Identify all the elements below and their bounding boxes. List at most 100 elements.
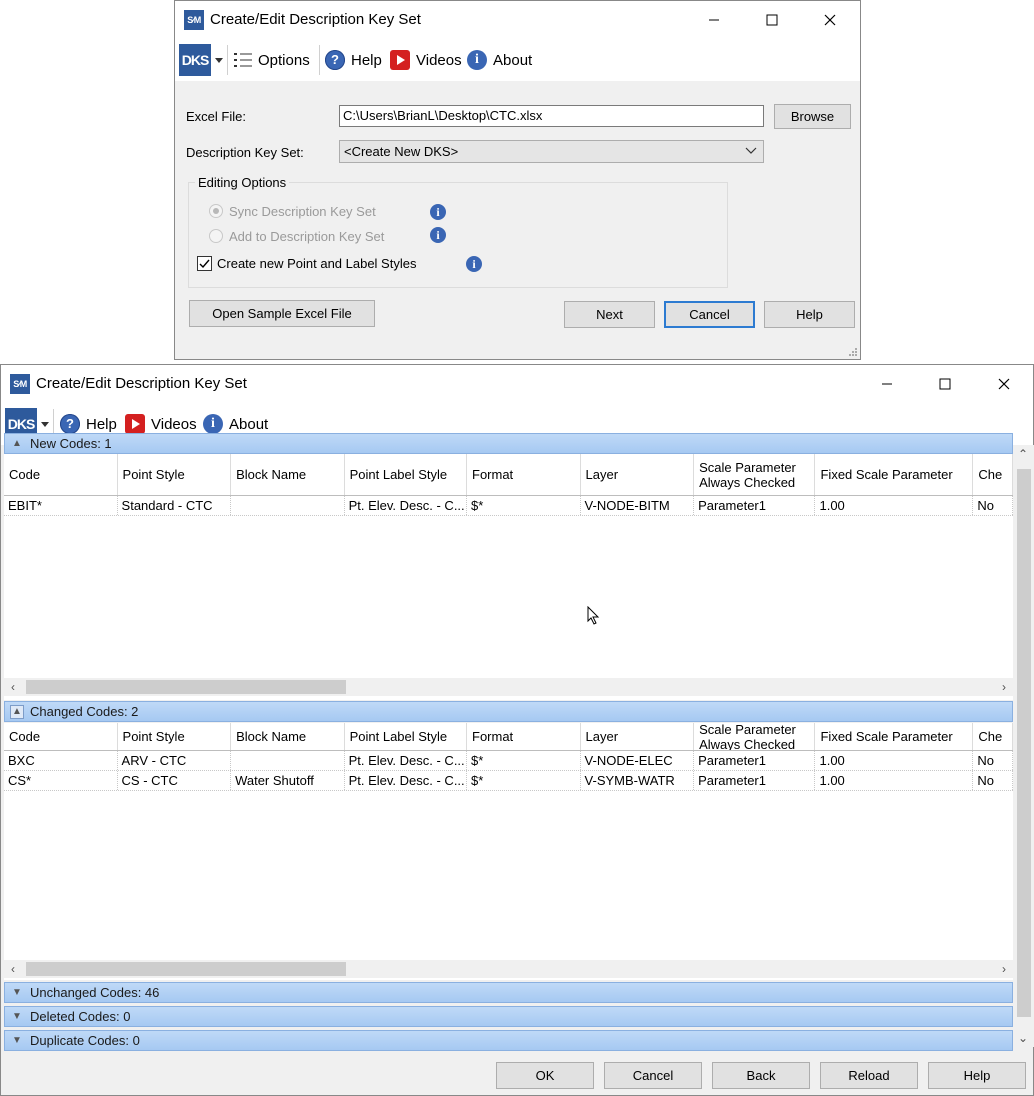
new-codes-section-header[interactable]: ▲ New Codes: 1 <box>4 433 1013 454</box>
help-button-bottom[interactable]: Help <box>928 1062 1026 1089</box>
cancel-button[interactable]: Cancel <box>664 301 755 328</box>
col-code[interactable]: Code <box>4 454 118 495</box>
title-bar[interactable]: S∕M Create/Edit Description Key Set <box>175 1 860 39</box>
help-label: Help <box>351 51 382 69</box>
minimize-button[interactable] <box>691 5 737 35</box>
video-play-icon <box>390 50 410 70</box>
next-button[interactable]: Next <box>564 301 655 328</box>
scroll-right-icon[interactable]: › <box>995 960 1013 978</box>
col-point-style[interactable]: Point Style <box>118 454 232 495</box>
cell-format: $* <box>467 751 581 770</box>
open-sample-button[interactable]: Open Sample Excel File <box>189 300 375 327</box>
changed-codes-header-row: Code Point Style Block Name Point Label … <box>4 723 1013 751</box>
close-icon <box>824 14 836 26</box>
scroll-thumb[interactable] <box>1017 469 1031 1017</box>
dks-select[interactable]: <Create New DKS> <box>339 140 764 163</box>
sync-info-icon[interactable]: i <box>430 204 446 220</box>
horizontal-scrollbar[interactable]: ‹ › <box>4 960 1013 978</box>
create-styles-label: Create new Point and Label Styles <box>217 256 417 271</box>
scroll-thumb[interactable] <box>26 680 346 694</box>
maximize-icon <box>766 14 778 26</box>
create-styles-info-icon[interactable]: i <box>466 256 482 272</box>
col-format[interactable]: Format <box>467 723 581 750</box>
col-fixed-scale[interactable]: Fixed Scale Parameter <box>815 723 974 750</box>
cell-layer: V-NODE-ELEC <box>581 751 695 770</box>
videos-button[interactable]: Videos <box>390 46 462 74</box>
scroll-up-icon[interactable]: ⌃ <box>1018 447 1028 461</box>
duplicate-codes-label: Duplicate Codes: 0 <box>30 1033 140 1048</box>
dks-logo[interactable]: DKS <box>179 44 211 76</box>
title-bar[interactable]: S∕M Create/Edit Description Key Set <box>1 365 1033 403</box>
scroll-left-icon[interactable]: ‹ <box>4 960 22 978</box>
table-row[interactable]: CS* CS - CTC Water Shutoff Pt. Elev. Des… <box>4 771 1013 791</box>
cell-che: No <box>973 751 1013 770</box>
close-button[interactable] <box>807 5 853 35</box>
toolbar-separator <box>227 45 228 75</box>
duplicate-codes-section-header[interactable]: ▼ Duplicate Codes: 0 <box>4 1030 1013 1051</box>
close-icon <box>998 378 1010 390</box>
col-point-label-style[interactable]: Point Label Style <box>345 454 467 495</box>
maximize-button[interactable] <box>922 369 968 399</box>
chevron-down-icon <box>745 147 757 154</box>
unchanged-codes-section-header[interactable]: ▼ Unchanged Codes: 46 <box>4 982 1013 1003</box>
dropdown-arrow-icon[interactable] <box>215 58 223 64</box>
scroll-left-icon[interactable]: ‹ <box>4 678 22 696</box>
col-scale-parameter[interactable]: Scale Parameter Always Checked <box>694 723 816 750</box>
collapse-icon: ▲ <box>10 704 24 719</box>
about-button[interactable]: i About <box>467 46 532 74</box>
changed-codes-grid[interactable]: Code Point Style Block Name Point Label … <box>4 723 1013 980</box>
scroll-thumb[interactable] <box>26 962 346 976</box>
options-label: Options <box>258 51 310 69</box>
help-icon: ? <box>60 414 80 434</box>
deleted-codes-section-header[interactable]: ▼ Deleted Codes: 0 <box>4 1006 1013 1027</box>
cell-point-label-style: Pt. Elev. Desc. - C... <box>345 751 467 770</box>
table-row[interactable]: EBIT* Standard - CTC Pt. Elev. Desc. - C… <box>4 496 1013 516</box>
create-styles-checkbox[interactable] <box>197 256 212 271</box>
col-fixed-scale[interactable]: Fixed Scale Parameter <box>815 454 974 495</box>
cell-point-style: ARV - CTC <box>118 751 232 770</box>
cell-code: CS* <box>4 771 118 790</box>
col-block-name[interactable]: Block Name <box>231 454 345 495</box>
col-scale-parameter[interactable]: Scale Parameter Always Checked <box>694 454 816 495</box>
scroll-down-icon[interactable]: ⌄ <box>1018 1031 1028 1045</box>
vertical-scrollbar[interactable]: ⌃ ⌄ <box>1014 445 1034 1047</box>
cancel-button[interactable]: Cancel <box>604 1062 702 1089</box>
close-button[interactable] <box>981 369 1027 399</box>
back-button[interactable]: Back <box>712 1062 810 1089</box>
about-label: About <box>493 51 533 69</box>
unchanged-codes-label: Unchanged Codes: 46 <box>30 985 160 1000</box>
horizontal-scrollbar[interactable]: ‹ › <box>4 678 1013 696</box>
changed-codes-section-header[interactable]: ▲ Changed Codes: 2 <box>4 701 1013 722</box>
minimize-button[interactable] <box>864 369 910 399</box>
col-che[interactable]: Che <box>973 454 1013 495</box>
maximize-button[interactable] <box>749 5 795 35</box>
resize-grip-icon[interactable] <box>848 347 858 357</box>
ok-button[interactable]: OK <box>496 1062 594 1089</box>
col-layer[interactable]: Layer <box>581 454 695 495</box>
options-button[interactable]: Options <box>234 46 310 74</box>
info-icon: i <box>203 414 223 434</box>
col-che[interactable]: Che <box>973 723 1013 750</box>
add-radio[interactable] <box>209 229 223 243</box>
dropdown-arrow-icon[interactable] <box>41 422 49 428</box>
reload-button[interactable]: Reload <box>820 1062 918 1089</box>
cell-point-label-style: Pt. Elev. Desc. - C... <box>345 771 467 790</box>
toolbar: DKS Options ? Help Videos i About <box>175 39 860 81</box>
help-button[interactable]: ? Help <box>325 46 382 74</box>
col-block-name[interactable]: Block Name <box>231 723 345 750</box>
codes-panel: ▲ New Codes: 1 Code Point Style Block Na… <box>4 433 1013 1051</box>
sync-radio[interactable] <box>209 204 223 218</box>
table-row[interactable]: BXC ARV - CTC Pt. Elev. Desc. - C... $* … <box>4 751 1013 771</box>
col-format[interactable]: Format <box>467 454 581 495</box>
excel-file-field[interactable]: C:\Users\BrianL\Desktop\CTC.xlsx <box>339 105 764 127</box>
col-code[interactable]: Code <box>4 723 118 750</box>
new-codes-grid[interactable]: Code Point Style Block Name Point Label … <box>4 454 1013 700</box>
help-button-bottom[interactable]: Help <box>764 301 855 328</box>
add-info-icon[interactable]: i <box>430 227 446 243</box>
col-layer[interactable]: Layer <box>581 723 695 750</box>
browse-button[interactable]: Browse <box>774 104 851 129</box>
cell-point-label-style: Pt. Elev. Desc. - C... <box>345 496 467 515</box>
col-point-style[interactable]: Point Style <box>118 723 232 750</box>
scroll-right-icon[interactable]: › <box>995 678 1013 696</box>
col-point-label-style[interactable]: Point Label Style <box>345 723 467 750</box>
